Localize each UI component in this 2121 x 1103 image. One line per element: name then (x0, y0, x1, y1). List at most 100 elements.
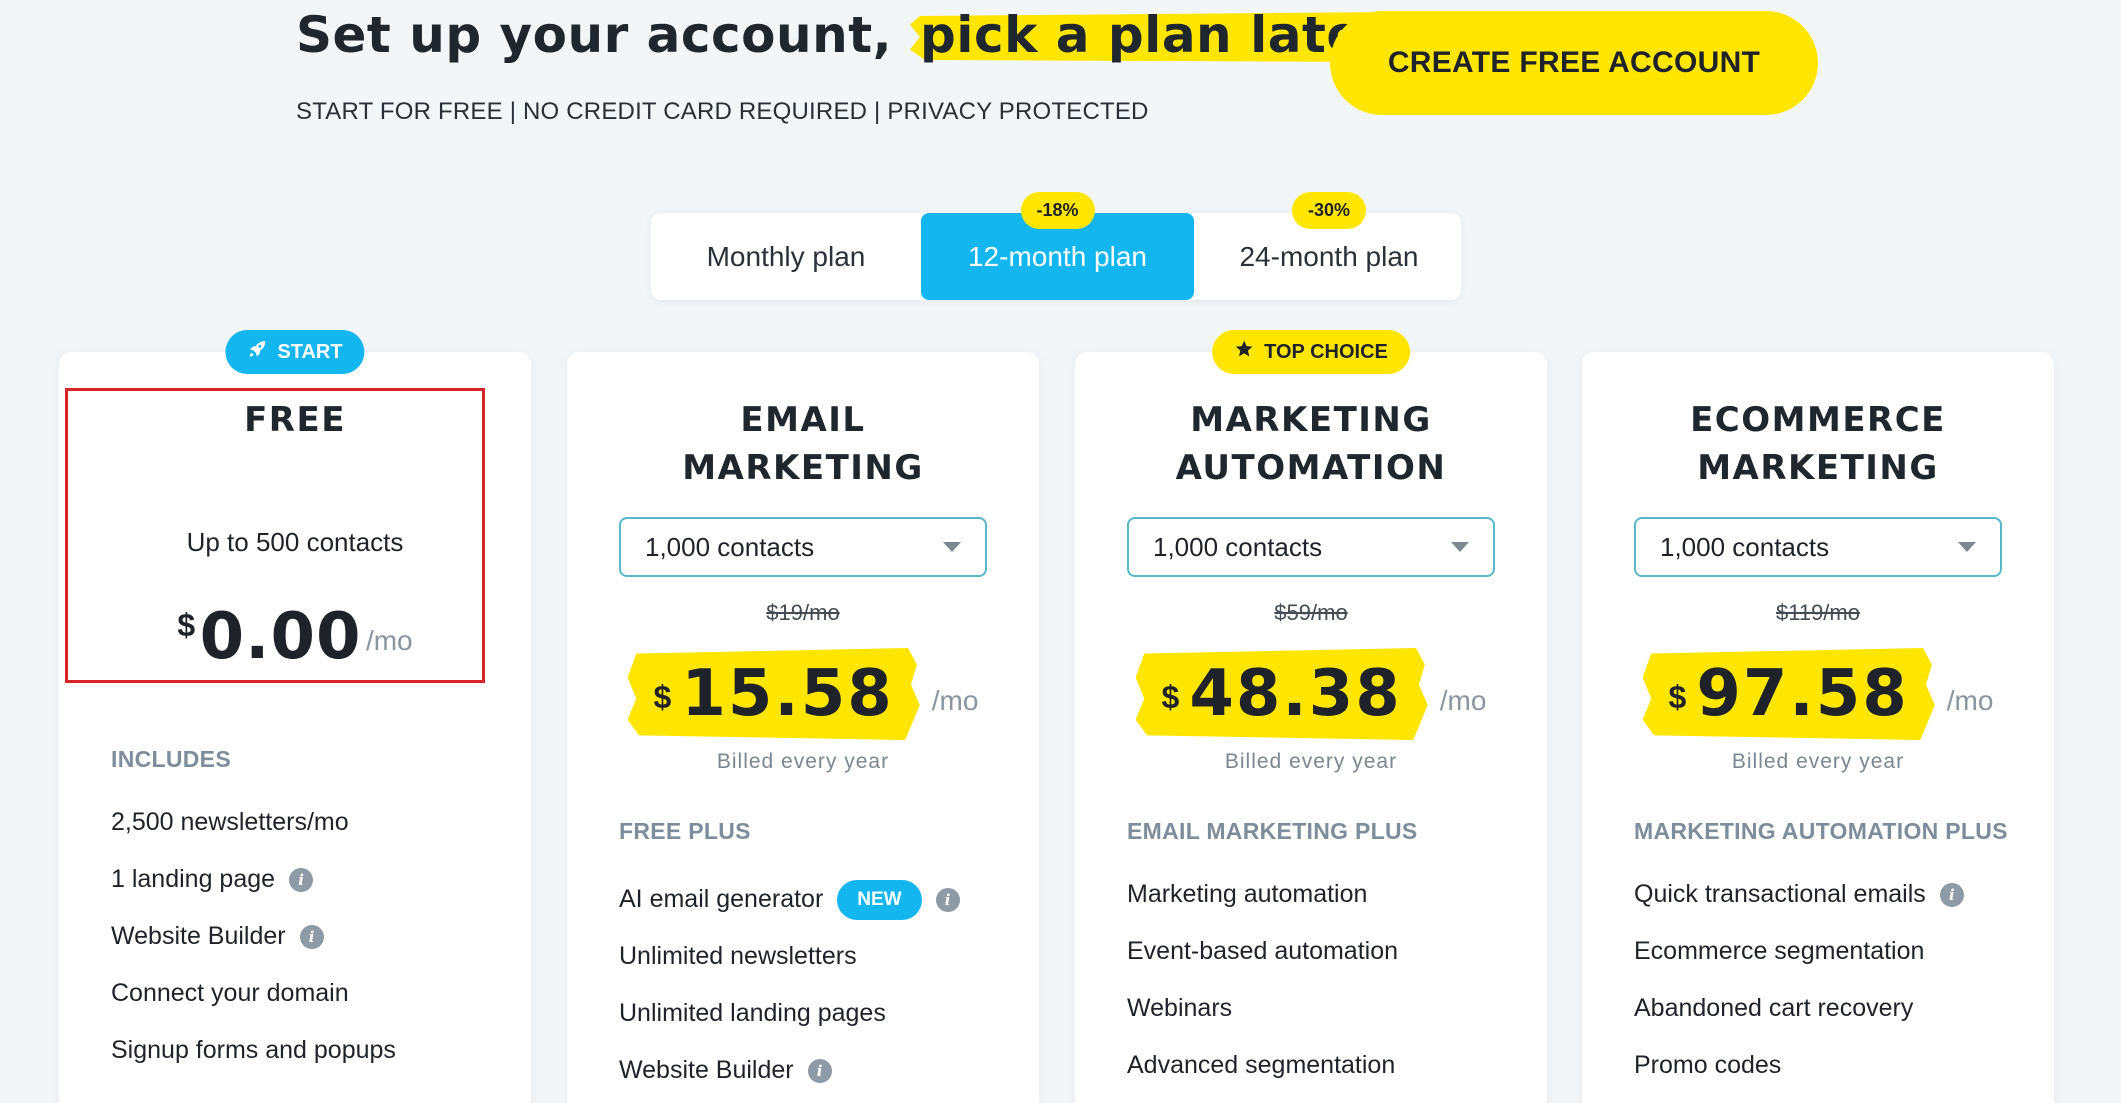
price-period: /mo (365, 625, 413, 656)
caret-down-icon (1958, 542, 1976, 552)
feature-label: Unlimited landing pages (619, 999, 886, 1027)
price-amount: 48.38 (1189, 657, 1402, 731)
tab-monthly-plan[interactable]: Monthly plan (651, 213, 921, 300)
list-item: Abandoned cart recovery (1634, 980, 2024, 1037)
caret-down-icon (1451, 542, 1469, 552)
tab-12-month-plan[interactable]: -18% 12-month plan (921, 192, 1194, 300)
feature-label: Unlimited newsletters (619, 942, 857, 970)
price-amount: 0.00 (199, 600, 362, 674)
plan-name-line2: AUTOMATION (1175, 448, 1447, 488)
plan-card-email-marketing: EMAIL MARKETING 1,000 contacts $19/mo $ … (567, 352, 1039, 1103)
list-item: Event-based automation (1127, 923, 1517, 980)
feature-label: Connect your domain (111, 979, 349, 1007)
billing-period-toggle: Monthly plan -18% 12-month plan -30% 24-… (651, 192, 1464, 300)
contacts-select-value: 1,000 contacts (645, 531, 815, 562)
top-choice-ribbon: TOP CHOICE (1212, 330, 1410, 374)
price-period: /mo (931, 685, 979, 716)
contacts-select-value: 1,000 contacts (1660, 531, 1830, 562)
feature-label: Webinars (1127, 994, 1233, 1022)
plan-price: $ 0.00 /mo (59, 600, 531, 674)
feature-label: AI email generator (619, 885, 824, 913)
feature-label: Abandoned cart recovery (1634, 994, 1914, 1022)
contacts-select[interactable]: 1,000 contacts (1127, 517, 1495, 577)
original-price: $19/mo (766, 600, 840, 625)
plan-name-line1: FREE (244, 400, 346, 440)
info-icon[interactable]: i (935, 887, 960, 912)
plan-name: ECOMMERCE MARKETING (1582, 396, 2054, 492)
feature-label: 2,500 newsletters/mo (111, 808, 349, 836)
rocket-icon (247, 339, 267, 365)
star-icon (1234, 339, 1254, 365)
feature-label: Ecommerce segmentation (1634, 937, 1925, 965)
price-highlight: $ 15.58 (628, 648, 920, 740)
plan-price: $ 15.58 /mo (567, 648, 1039, 740)
feature-label: Website Builder (619, 1056, 794, 1084)
list-item: Promo codes (1634, 1037, 2024, 1094)
feature-list: 2,500 newsletters/mo 1 landing page i Web… (111, 794, 501, 1079)
feature-label: Signup forms and popups (111, 1036, 396, 1064)
contacts-select[interactable]: 1,000 contacts (1634, 517, 2002, 577)
feature-list: Quick transactional emails i Ecommerce se… (1634, 866, 2024, 1094)
tab-label: Monthly plan (706, 240, 866, 272)
feature-label: Website Builder (111, 922, 286, 950)
plan-name-line1: ECOMMERCE (1690, 400, 1946, 440)
caret-down-icon (943, 542, 961, 552)
list-item: 1 landing page i (111, 851, 501, 908)
start-ribbon: START (225, 330, 365, 374)
features-section-label: MARKETING AUTOMATION PLUS (1634, 818, 2008, 844)
create-free-account-button[interactable]: CREATE FREE ACCOUNT (1330, 11, 1818, 115)
billing-note: Billed every year (716, 750, 890, 773)
price-period: /mo (1946, 685, 1994, 716)
contacts-select[interactable]: 1,000 contacts (619, 517, 987, 577)
contacts-limit: Up to 500 contacts (186, 527, 404, 557)
tab-24-month-plan[interactable]: -30% 24-month plan (1194, 192, 1464, 300)
currency-symbol: $ (1668, 678, 1687, 715)
feature-label: Quick transactional emails (1634, 880, 1926, 908)
list-item: Advanced segmentation (1127, 1037, 1517, 1094)
ribbon-label: TOP CHOICE (1264, 340, 1388, 363)
plan-card-ecommerce-marketing: ECOMMERCE MARKETING 1,000 contacts $119/… (1582, 352, 2054, 1103)
list-item: AI email generator NEW i (619, 871, 1009, 928)
contacts-select-value: 1,000 contacts (1153, 531, 1323, 562)
list-item: Quick transactional emails i (1634, 866, 2024, 923)
feature-label: Advanced segmentation (1127, 1051, 1396, 1079)
feature-label: Marketing automation (1127, 880, 1368, 908)
info-icon[interactable]: i (807, 1058, 832, 1083)
list-item: Website Builder i (619, 1042, 1009, 1099)
price-amount: 97.58 (1696, 657, 1909, 731)
list-item: Unlimited landing pages (619, 985, 1009, 1042)
price-period: /mo (1439, 685, 1487, 716)
list-item: Unlimited newsletters (619, 928, 1009, 985)
list-item: Connect your domain (111, 965, 501, 1022)
info-icon[interactable]: i (289, 867, 314, 892)
list-item: Website Builder i (111, 908, 501, 965)
list-item: Ecommerce segmentation (1634, 923, 2024, 980)
list-item: 2,500 newsletters/mo (111, 794, 501, 851)
plan-name: MARKETING AUTOMATION (1075, 396, 1547, 492)
plan-name: FREE (59, 396, 531, 444)
feature-label: Event-based automation (1127, 937, 1399, 965)
currency-symbol: $ (177, 607, 196, 643)
hero-title-main: Set up your account, (296, 6, 893, 64)
ribbon-label: START (277, 340, 343, 363)
features-section-label: INCLUDES (111, 746, 231, 772)
plan-price: $ 97.58 /mo (1582, 648, 2054, 740)
plan-name-line2: MARKETING (1697, 448, 1939, 488)
billing-note: Billed every year (1731, 750, 1905, 773)
original-price: $59/mo (1274, 600, 1348, 625)
list-item: Signup forms and popups (111, 1022, 501, 1079)
info-icon[interactable]: i (299, 924, 324, 949)
list-item: Marketing automation (1127, 866, 1517, 923)
plan-name-line1: EMAIL (740, 400, 866, 440)
info-icon[interactable]: i (1939, 882, 1964, 907)
feature-label: 1 landing page (111, 865, 276, 893)
plan-card-marketing-automation: TOP CHOICE MARKETING AUTOMATION 1,000 co… (1075, 330, 1547, 1103)
hero-subtitle: START FOR FREE | NO CREDIT CARD REQUIRED… (296, 98, 1149, 125)
price-highlight: $ 48.38 (1136, 648, 1428, 740)
price-highlight: $ 97.58 (1643, 648, 1935, 740)
tab-label: 12-month plan (967, 240, 1147, 272)
currency-symbol: $ (1161, 678, 1180, 715)
currency-symbol: $ (653, 678, 672, 715)
plan-name-line2: MARKETING (682, 448, 924, 488)
discount-badge: -30% (1291, 192, 1367, 229)
